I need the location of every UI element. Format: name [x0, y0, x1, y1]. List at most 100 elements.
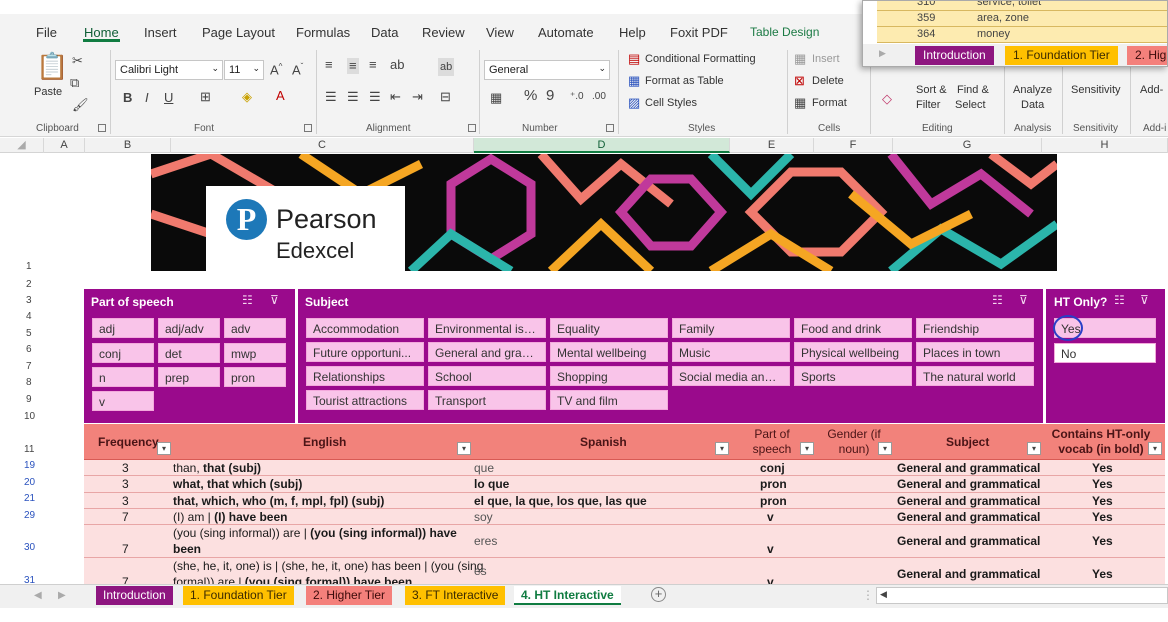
decrease-indent-icon[interactable]: ⇤: [390, 90, 401, 104]
slicer-item[interactable]: Relationships: [306, 366, 424, 386]
slicer-item[interactable]: TV and film: [550, 390, 668, 410]
insert-cells-button[interactable]: Insert: [812, 53, 840, 65]
slicer-item[interactable]: Transport: [428, 390, 546, 410]
cell-styles-button[interactable]: Cell Styles: [645, 97, 697, 109]
slicer-item[interactable]: prep: [158, 367, 220, 387]
menu-foxit-pdf[interactable]: Foxit PDF: [670, 25, 728, 40]
filter-dropdown-icon[interactable]: ▾: [800, 442, 814, 455]
analyze-data-button[interactable]: Analyze: [1013, 84, 1052, 96]
column-header-g[interactable]: G: [893, 138, 1042, 153]
font-name-select[interactable]: Calibri Light ⌄: [115, 60, 223, 80]
comma-style-icon[interactable]: 9: [546, 88, 554, 103]
row-number[interactable]: 11: [24, 444, 46, 455]
font-size-select[interactable]: 11 ⌄: [224, 60, 264, 80]
table-row[interactable]: 7 (you (sing informal)) are | (you (sing…: [84, 525, 1165, 558]
menu-insert[interactable]: Insert: [144, 25, 177, 40]
copy-icon[interactable]: ⧉: [70, 76, 79, 90]
filter-applied-icon[interactable]: ▾: [1148, 442, 1162, 455]
slicer-item[interactable]: det: [158, 343, 220, 363]
row-number[interactable]: 2: [26, 279, 48, 290]
row-number[interactable]: 9: [26, 394, 48, 405]
table-row[interactable]: 7 (she, he, it, one) is | (she, he, it, …: [84, 558, 1165, 584]
menu-formulas[interactable]: Formulas: [296, 25, 350, 40]
tab-split-handle-icon[interactable]: ⋮: [862, 588, 874, 602]
table-row[interactable]: 3 that, which, who (m, f, mpl, fpl) (sub…: [84, 493, 1165, 509]
scroll-left-icon[interactable]: ◀: [880, 589, 887, 600]
underline-icon[interactable]: U: [164, 91, 173, 105]
format-painter-icon[interactable]: 🖌: [72, 98, 89, 112]
slicer-item[interactable]: Shopping: [550, 366, 668, 386]
column-header-b[interactable]: B: [85, 138, 171, 153]
menu-help[interactable]: Help: [619, 25, 646, 40]
align-top-icon[interactable]: ≡: [325, 58, 333, 72]
table-row[interactable]: 3 what, that which (subj) lo que pron Ge…: [84, 476, 1165, 493]
row-number[interactable]: 1: [26, 261, 48, 272]
merge-center-icon[interactable]: ⊟: [440, 90, 451, 104]
menu-review[interactable]: Review: [422, 25, 465, 40]
format-as-table-icon[interactable]: ▦: [628, 74, 640, 88]
italic-icon[interactable]: I: [145, 91, 149, 105]
clear-filter-icon[interactable]: ⊽: [1140, 293, 1149, 307]
fill-color-icon[interactable]: ◈: [242, 90, 252, 104]
row-number[interactable]: 30: [24, 542, 46, 553]
sheet-tab-ht-interactive[interactable]: 4. HT Interactive: [514, 586, 621, 605]
paste-icon[interactable]: 📋: [36, 52, 68, 80]
number-launcher-icon[interactable]: [606, 124, 614, 132]
align-middle-icon[interactable]: ≡: [347, 58, 359, 74]
multi-select-icon[interactable]: ☷: [242, 293, 253, 307]
row-number[interactable]: 4: [26, 311, 48, 322]
add-sheet-icon[interactable]: +: [651, 587, 666, 602]
slicer-item[interactable]: School: [428, 366, 546, 386]
sheet-tab-higher-tier[interactable]: 2. Higher Tier: [306, 586, 393, 605]
menu-table-design[interactable]: Table Design: [750, 25, 819, 39]
filter-dropdown-icon[interactable]: ▾: [1027, 442, 1041, 455]
insert-cells-icon[interactable]: ▦: [794, 52, 806, 66]
increase-indent-icon[interactable]: ⇥: [412, 90, 423, 104]
slicer-item[interactable]: Physical wellbeing: [794, 342, 912, 362]
menu-view[interactable]: View: [486, 25, 514, 40]
conditional-formatting-icon[interactable]: ▤: [628, 52, 640, 66]
multi-select-icon[interactable]: ☷: [992, 293, 1003, 307]
accounting-format-icon[interactable]: ▦: [490, 91, 502, 105]
filter-dropdown-icon[interactable]: ▾: [715, 442, 729, 455]
slicer-item[interactable]: conj: [92, 343, 154, 363]
slicer-item[interactable]: Social media and ...: [672, 366, 790, 386]
column-header-e[interactable]: E: [730, 138, 814, 153]
sheet-tab-ft-interactive[interactable]: 3. FT Interactive: [405, 586, 506, 605]
filter-sort-icon[interactable]: ▾: [157, 442, 171, 455]
sensitivity-button[interactable]: Sensitivity: [1071, 84, 1121, 96]
decrease-decimal-icon[interactable]: .00: [592, 90, 606, 104]
filter-dropdown-icon[interactable]: ▾: [878, 442, 892, 455]
row-number[interactable]: 21: [24, 493, 46, 504]
slicer-item[interactable]: Environmental iss...: [428, 318, 546, 338]
menu-automate[interactable]: Automate: [538, 25, 594, 40]
find-select-button[interactable]: Find &: [957, 84, 989, 96]
row-number[interactable]: 7: [26, 361, 48, 372]
slicer-item[interactable]: Family: [672, 318, 790, 338]
font-color-icon[interactable]: A: [276, 89, 285, 103]
font-launcher-icon[interactable]: [304, 124, 312, 132]
bold-icon[interactable]: B: [123, 91, 132, 105]
multi-select-icon[interactable]: ☷: [1114, 293, 1125, 307]
delete-cells-icon[interactable]: ⊠: [794, 74, 805, 88]
borders-icon[interactable]: ⊞: [200, 90, 211, 104]
slicer-item[interactable]: Future opportuni...: [306, 342, 424, 362]
slicer-item[interactable]: Food and drink: [794, 318, 912, 338]
column-header-h[interactable]: H: [1042, 138, 1168, 153]
sheet-tab-foundation-tier[interactable]: 1. Foundation Tier: [183, 586, 294, 605]
row-number[interactable]: 3: [26, 295, 48, 306]
row-number[interactable]: 19: [24, 460, 46, 471]
clear-filter-icon[interactable]: ⊽: [1019, 293, 1028, 307]
slicer-item[interactable]: Sports: [794, 366, 912, 386]
decrease-font-icon[interactable]: Aˇ: [292, 60, 303, 77]
horizontal-scrollbar[interactable]: ◀: [876, 587, 1168, 604]
wrap-text-icon[interactable]: ab: [438, 58, 455, 76]
clear-icon[interactable]: ◇: [882, 92, 892, 106]
format-cells-icon[interactable]: ▦: [794, 96, 806, 110]
align-left-icon[interactable]: ☰: [325, 90, 337, 104]
slicer-item[interactable]: n: [92, 367, 154, 387]
slicer-item[interactable]: Tourist attractions: [306, 390, 424, 410]
slicer-item[interactable]: General and gram...: [428, 342, 546, 362]
row-number[interactable]: 6: [26, 344, 48, 355]
add-ins-button[interactable]: Add-: [1140, 84, 1163, 96]
